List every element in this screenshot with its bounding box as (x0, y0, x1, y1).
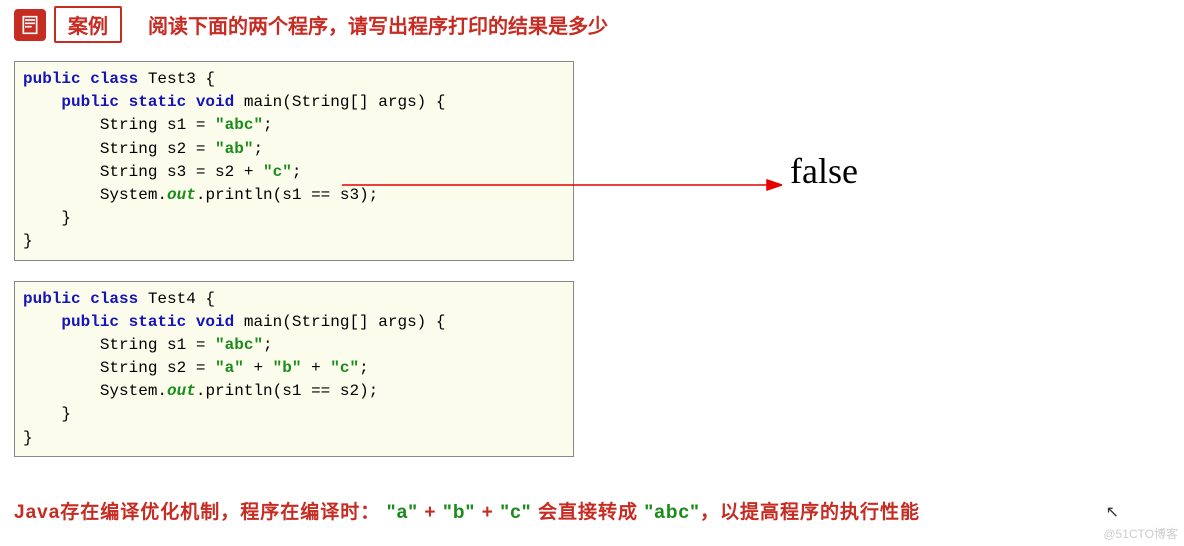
result-label: false (790, 150, 858, 192)
arrow-icon (342, 175, 782, 195)
code-block-test3: public class Test3 { public static void … (14, 61, 574, 261)
code-block-test4: public class Test4 { public static void … (14, 281, 574, 457)
cursor-icon: ↖ (1106, 502, 1119, 522)
watermark: @51CTO博客 (1103, 525, 1178, 542)
example-badge: 案例 (54, 6, 122, 43)
example-icon (14, 9, 46, 41)
header: 案例 阅读下面的两个程序，请写出程序打印的结果是多少 (14, 6, 1170, 43)
question-title: 阅读下面的两个程序，请写出程序打印的结果是多少 (148, 10, 608, 39)
footer-explanation: Java存在编译优化机制，程序在编译时： "a" + "b" + "c" 会直接… (14, 497, 1170, 524)
